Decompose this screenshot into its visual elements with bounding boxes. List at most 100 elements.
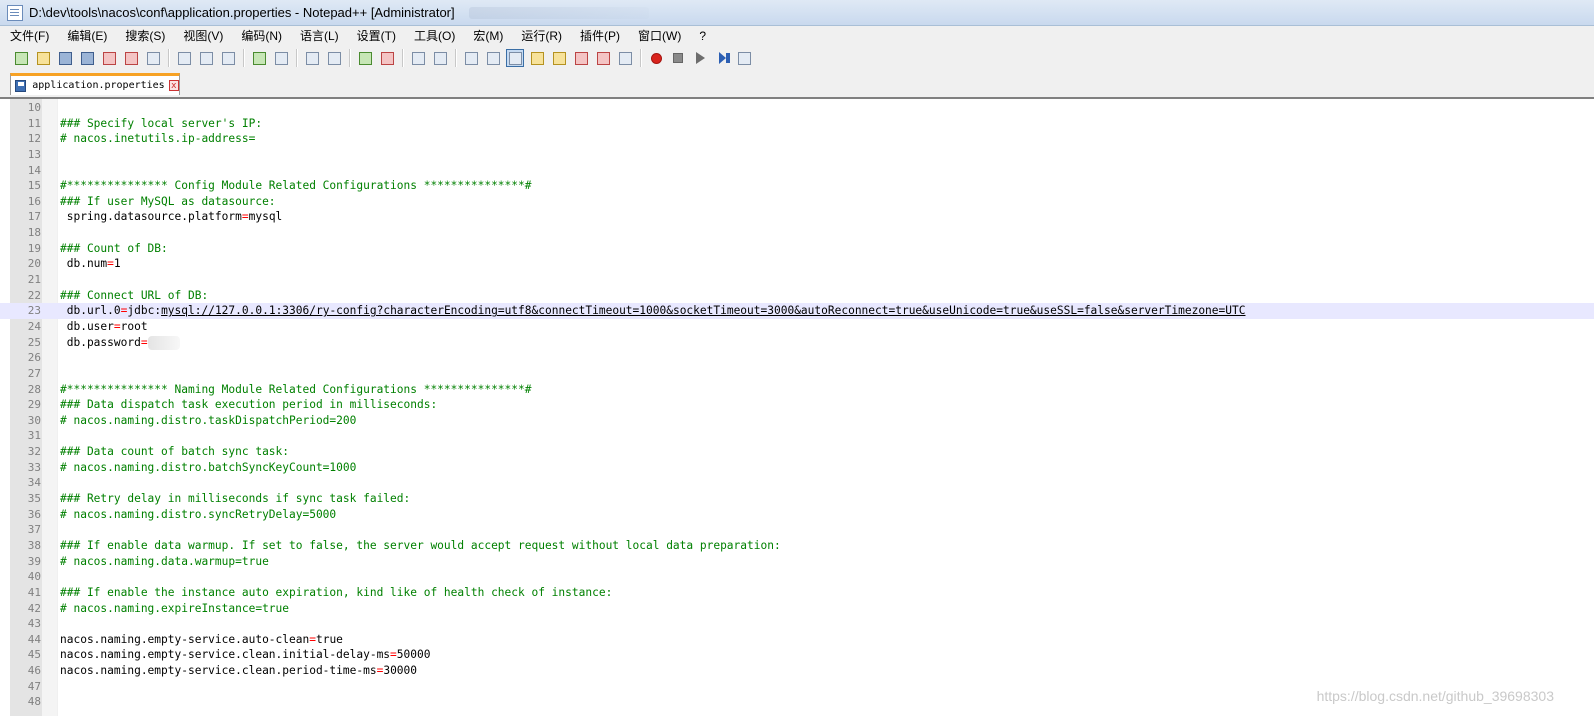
code-line[interactable]: 21 [0, 272, 1594, 288]
code-lines[interactable]: 10 11 ### Specify local server's IP: 12 # na… [0, 100, 1594, 710]
line-number: 39 [27, 554, 41, 568]
menu-item-12[interactable]: ? [697, 29, 708, 43]
word-wrap-button[interactable] [462, 49, 480, 67]
undo-button[interactable] [250, 49, 268, 67]
show-all-chars-button[interactable] [484, 49, 502, 67]
run-macro-multiple-button[interactable] [713, 49, 731, 67]
line-text: ### If user MySQL as datasource: [60, 194, 276, 210]
code-line[interactable]: 37 [0, 522, 1594, 538]
menu-item-11[interactable]: 窗口(W) [636, 27, 683, 44]
function-list-button[interactable] [572, 49, 590, 67]
close-all-button[interactable] [122, 49, 140, 67]
save-button[interactable] [56, 49, 74, 67]
open-file-button[interactable] [34, 49, 52, 67]
code-line[interactable]: 44 nacos.naming.empty-service.auto-clean=… [0, 632, 1594, 648]
monitor-button[interactable] [616, 49, 634, 67]
tab-close-icon[interactable]: x [168, 80, 179, 91]
code-line[interactable]: 45 nacos.naming.empty-service.clean.initi… [0, 647, 1594, 663]
code-line[interactable]: 10 [0, 100, 1594, 116]
line-text: ### Data count of batch sync task: [60, 444, 289, 460]
line-number: 37 [27, 523, 41, 537]
code-line[interactable]: 27 [0, 366, 1594, 382]
code-line[interactable]: 38 ### If enable data warmup. If set to f… [0, 538, 1594, 554]
menu-item-2[interactable]: 搜索(S) [123, 27, 167, 44]
saved-file-icon [15, 79, 27, 92]
menu-item-10[interactable]: 插件(P) [578, 27, 622, 44]
menu-item-6[interactable]: 设置(T) [355, 27, 398, 44]
code-line[interactable]: 40 [0, 569, 1594, 585]
line-number: 15 [27, 179, 41, 193]
code-line[interactable]: 31 [0, 428, 1594, 444]
stop-macro-button[interactable] [669, 49, 687, 67]
code-line[interactable]: 17 spring.datasource.platform=mysql [0, 209, 1594, 225]
code-line[interactable]: 16 ### If user MySQL as datasource: [0, 194, 1594, 210]
folder-workspace-button[interactable] [594, 49, 612, 67]
copy-button[interactable] [197, 49, 215, 67]
menu-item-7[interactable]: 工具(O) [412, 27, 457, 44]
indent-guide-button[interactable] [506, 49, 524, 67]
cut-button[interactable] [175, 49, 193, 67]
menu-item-0[interactable]: 文件(F) [8, 27, 51, 44]
toolbar-separator [640, 49, 642, 67]
menu-item-4[interactable]: 编码(N) [239, 27, 284, 44]
code-line[interactable]: 23 db.url.0=jdbc:mysql://127.0.0.1:3306/… [0, 303, 1594, 319]
code-line[interactable]: 30 # nacos.naming.distro.taskDispatchPeri… [0, 413, 1594, 429]
menu-item-9[interactable]: 运行(R) [519, 27, 564, 44]
code-line[interactable]: 13 [0, 147, 1594, 163]
code-line[interactable]: 14 [0, 163, 1594, 179]
play-macro-button[interactable] [691, 49, 709, 67]
code-line[interactable]: 32 ### Data count of batch sync task: [0, 444, 1594, 460]
code-line[interactable]: 29 ### Data dispatch task execution perio… [0, 397, 1594, 413]
code-token: # nacos.naming.distro.taskDispatchPeriod… [60, 413, 357, 427]
code-line[interactable]: 35 ### Retry delay in milliseconds if syn… [0, 491, 1594, 507]
code-line[interactable]: 34 [0, 475, 1594, 491]
new-file-button[interactable] [12, 49, 30, 67]
code-line[interactable]: 43 [0, 616, 1594, 632]
find-button[interactable] [303, 49, 321, 67]
function-list-icon [574, 51, 588, 65]
code-line[interactable]: 19 ### Count of DB: [0, 241, 1594, 257]
code-line[interactable]: 28 #*************** Naming Module Related… [0, 382, 1594, 398]
save-all-button[interactable] [78, 49, 96, 67]
code-token: spring.datasource.platform [60, 210, 242, 224]
code-line[interactable]: 41 ### If enable the instance auto expira… [0, 585, 1594, 601]
sync-vertical-button[interactable] [409, 49, 427, 67]
zoom-in-button[interactable] [356, 49, 374, 67]
code-line[interactable]: 39 # nacos.naming.data.warmup=true [0, 554, 1594, 570]
menu-item-1[interactable]: 编辑(E) [65, 27, 109, 44]
redo-button[interactable] [272, 49, 290, 67]
menu-item-5[interactable]: 语言(L) [298, 27, 341, 44]
code-line[interactable]: 22 ### Connect URL of DB: [0, 288, 1594, 304]
code-line[interactable]: 18 [0, 225, 1594, 241]
paste-button[interactable] [219, 49, 237, 67]
code-line[interactable]: 12 # nacos.inetutils.ip-address= [0, 131, 1594, 147]
code-line[interactable]: 33 # nacos.naming.distro.batchSyncKeyCoun… [0, 460, 1594, 476]
line-number: 17 [27, 210, 41, 224]
menu-item-8[interactable]: 宏(M) [471, 27, 505, 44]
zoom-out-button[interactable] [378, 49, 396, 67]
code-line[interactable]: 36 # nacos.naming.distro.syncRetryDelay=5… [0, 507, 1594, 523]
replace-button[interactable] [325, 49, 343, 67]
line-number: 11 [27, 116, 41, 130]
code-line[interactable]: 26 [0, 350, 1594, 366]
editor[interactable]: 10 11 ### Specify local server's IP: 12 # na… [0, 97, 1594, 716]
document-map-button[interactable] [550, 49, 568, 67]
close-button[interactable] [100, 49, 118, 67]
code-line[interactable]: 42 # nacos.naming.expireInstance=true [0, 601, 1594, 617]
line-number: 21 [27, 273, 41, 287]
code-line[interactable]: 20 db.num=1 [0, 256, 1594, 272]
user-language-button[interactable] [528, 49, 546, 67]
code-line[interactable]: 24 db.user=root [0, 319, 1594, 335]
code-token: = [140, 335, 148, 349]
code-line[interactable]: 15 #*************** Config Module Related… [0, 178, 1594, 194]
code-line[interactable]: 25 db.password= [0, 335, 1594, 351]
code-line[interactable]: 46 nacos.naming.empty-service.clean.perio… [0, 663, 1594, 679]
sync-horizontal-button[interactable] [431, 49, 449, 67]
menu-item-3[interactable]: 视图(V) [181, 27, 225, 44]
code-token: mysql://127.0.0.1:3306/ry-config?charact… [161, 304, 1246, 318]
record-macro-button[interactable] [647, 49, 665, 67]
print-button[interactable] [144, 49, 162, 67]
save-macro-button[interactable] [735, 49, 753, 67]
code-line[interactable]: 11 ### Specify local server's IP: [0, 116, 1594, 132]
tab-application-properties[interactable]: application.properties x [10, 73, 180, 95]
